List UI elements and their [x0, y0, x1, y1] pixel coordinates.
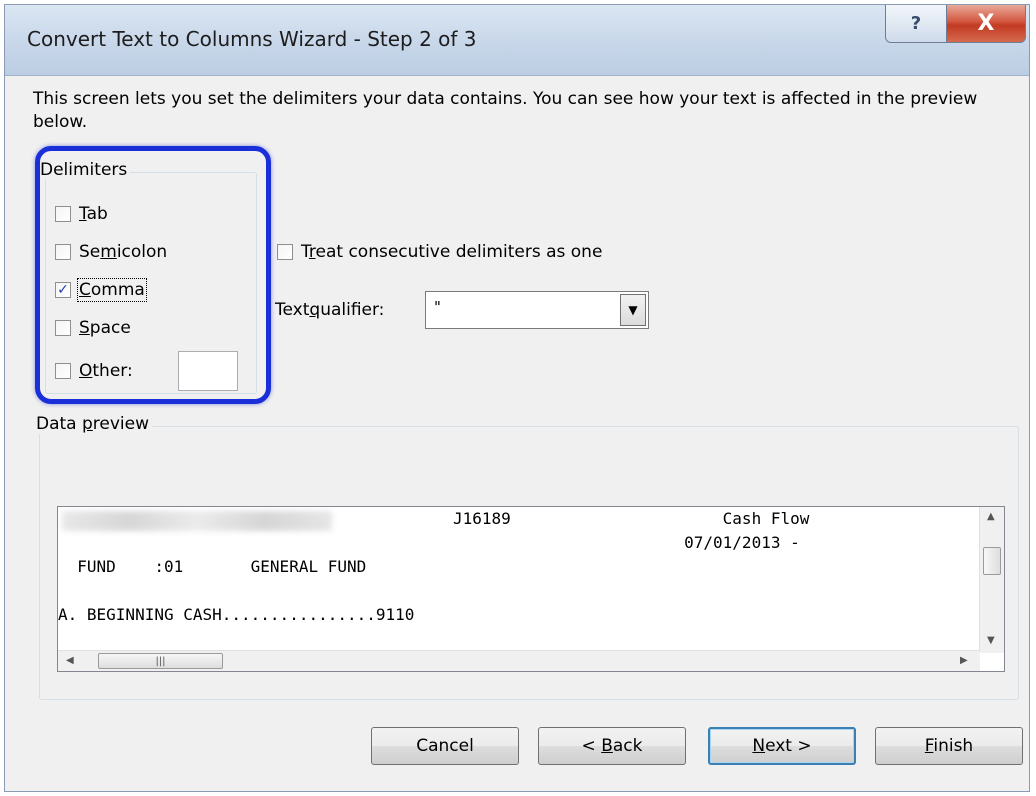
wizard-dialog: Convert Text to Columns Wizard - Step 2 … — [4, 4, 1030, 792]
preview-line: J16189 Cash Flow — [58, 509, 810, 528]
dialog-title: Convert Text to Columns Wizard - Step 2 … — [27, 27, 477, 51]
horizontal-scrollbar[interactable]: ◀ ||| ▶ — [58, 650, 980, 671]
preview-legend: Data preview — [33, 414, 153, 434]
data-preview[interactable]: J16189 Cash Flow 07/01/2013 - FUND :01 G… — [57, 506, 1005, 672]
text-qualifier-select[interactable]: " ▼ — [425, 291, 649, 329]
title-bar: Convert Text to Columns Wizard - Step 2 … — [5, 5, 1029, 76]
horizontal-scroll-thumb[interactable]: ||| — [98, 653, 223, 669]
consecutive-label: Treat consecutive delimiters as one — [301, 242, 603, 262]
scroll-left-icon[interactable]: ◀ — [66, 655, 74, 666]
dialog-content: This screen lets you set the delimiters … — [5, 76, 1029, 791]
preview-line: A. BEGINNING CASH................9110 — [58, 605, 415, 624]
vertical-scrollbar[interactable]: ▲ ▼ — [979, 507, 1004, 653]
help-button[interactable]: ? — [885, 5, 947, 43]
scroll-right-icon[interactable]: ▶ — [960, 655, 968, 666]
scroll-up-icon[interactable]: ▲ — [987, 511, 995, 522]
close-button[interactable]: X — [946, 5, 1026, 43]
qualifier-label: Text q ualifier: — [275, 300, 385, 320]
grip-icon: ||| — [155, 655, 166, 667]
cancel-button[interactable]: Cancel — [371, 727, 519, 765]
back-button[interactable]: < Back — [538, 727, 686, 765]
scroll-down-icon[interactable]: ▼ — [987, 635, 995, 646]
preview-line: FUND :01 GENERAL FUND — [58, 557, 367, 576]
preview-line — [58, 579, 980, 603]
consecutive-checkbox[interactable] — [277, 244, 293, 260]
preview-text: J16189 Cash Flow 07/01/2013 - FUND :01 G… — [58, 507, 980, 652]
finish-button[interactable]: Finish — [875, 727, 1023, 765]
preview-line: 07/01/2013 - — [58, 533, 800, 552]
dropdown-arrow-icon[interactable]: ▼ — [620, 294, 646, 326]
intro-text: This screen lets you set the delimiters … — [33, 89, 978, 132]
consecutive-option[interactable]: Treat consecutive delimiters as one — [277, 240, 602, 264]
vertical-scroll-thumb[interactable] — [983, 547, 1001, 575]
text-qualifier-value: " — [434, 298, 441, 316]
delimiters-highlight — [35, 146, 271, 404]
help-icon: ? — [910, 13, 922, 34]
next-button[interactable]: Next > — [708, 727, 856, 765]
close-icon: X — [977, 11, 995, 36]
